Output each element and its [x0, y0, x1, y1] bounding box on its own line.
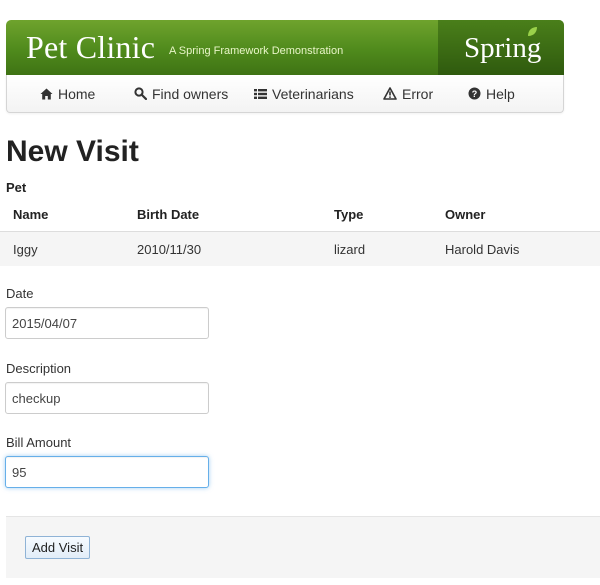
column-header-type: Type: [334, 198, 445, 232]
pet-section-heading: Pet: [6, 180, 27, 195]
header-banner: Pet Clinic A Spring Framework Demonstrat…: [6, 20, 564, 75]
column-header-owner: Owner: [445, 198, 600, 232]
bill-amount-label: Bill Amount: [6, 435, 72, 450]
date-field[interactable]: [5, 307, 209, 339]
search-icon: [133, 87, 147, 101]
column-header-birth-date: Birth Date: [137, 198, 334, 232]
spring-logo: Spring: [438, 20, 564, 75]
nav-item-find-owners[interactable]: Find owners: [133, 75, 228, 112]
nav-item-error-label: Error: [402, 85, 434, 102]
description-field[interactable]: [5, 382, 209, 414]
pet-birth-date-cell: 2010/11/30: [137, 231, 334, 266]
table-row: Iggy 2010/11/30 lizard Harold Davis: [0, 231, 600, 266]
nav-item-help-label: Help: [486, 85, 515, 102]
home-icon: [39, 87, 53, 101]
nav-item-error[interactable]: Error: [383, 75, 433, 112]
nav-item-home-label: Home: [58, 85, 96, 102]
pet-type-cell: lizard: [334, 231, 445, 266]
date-label: Date: [6, 286, 34, 301]
column-header-name: Name: [0, 198, 137, 232]
nav-item-veterinarians[interactable]: Veterinarians: [253, 75, 354, 112]
leaf-icon: [528, 27, 537, 36]
app-title: Pet Clinic: [26, 29, 156, 65]
page-title: New Visit: [6, 135, 139, 168]
nav-item-help[interactable]: ? Help: [467, 75, 515, 112]
nav-item-veterinarians-label: Veterinarians: [272, 85, 354, 102]
nav-item-home[interactable]: Home: [39, 75, 95, 112]
help-icon: ?: [467, 87, 481, 101]
list-icon: [253, 87, 267, 101]
nav-item-find-owners-label: Find owners: [152, 85, 229, 102]
pet-table: Name Birth Date Type Owner Iggy 2010/11/…: [0, 198, 600, 266]
bill-amount-field[interactable]: [5, 456, 209, 488]
svg-text:?: ?: [471, 89, 477, 99]
pet-name-cell: Iggy: [0, 231, 137, 266]
main-nav: Home Find owners Veterinarians Error ? H…: [6, 75, 564, 113]
form-actions: Add Visit: [6, 516, 600, 578]
app-tagline: A Spring Framework Demonstration: [169, 45, 344, 57]
table-header-row: Name Birth Date Type Owner: [0, 198, 600, 232]
warning-icon: [383, 87, 397, 101]
pet-owner-cell: Harold Davis: [445, 231, 600, 266]
description-label: Description: [6, 361, 72, 376]
add-visit-button[interactable]: Add Visit: [25, 536, 91, 559]
